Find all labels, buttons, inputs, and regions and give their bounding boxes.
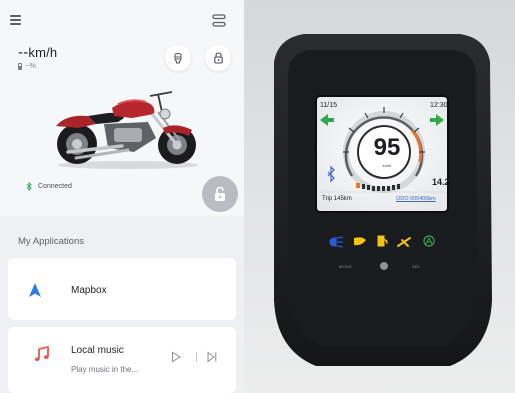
controls-divider: [196, 352, 197, 362]
current-speed: --km/h: [18, 44, 57, 61]
helmet-button[interactable]: [165, 45, 191, 71]
app-card-music-label: Local music: [71, 345, 124, 356]
mode-button-label: MODE: [339, 264, 353, 269]
battery-percent: --%: [25, 63, 36, 70]
dashboard-device: [274, 34, 492, 366]
app-card-mapbox-label: Mapbox: [71, 285, 107, 296]
connection-status-text: Connected: [38, 183, 72, 190]
dashboard-temperature: 14.2: [432, 177, 450, 187]
skip-next-icon[interactable]: [206, 351, 218, 363]
bluetooth-icon: [26, 182, 32, 191]
unlock-icon: [215, 186, 225, 201]
center-select-button: [380, 262, 388, 270]
dashboard-date: 11/15: [320, 102, 337, 109]
phone-app-screen: --km/h --% Connected My Applications Map…: [0, 0, 244, 393]
app-card-music-subtitle: Play music in the...: [71, 365, 139, 374]
app-card-mapbox[interactable]: [8, 258, 236, 320]
speed-value: --: [18, 44, 29, 61]
navigation-arrow-icon: [29, 283, 41, 297]
switch-view-icon[interactable]: [208, 12, 230, 28]
dashboard-speed: 95: [373, 134, 401, 161]
motorcycle-image: [56, 91, 198, 169]
hamburger-menu-icon[interactable]: [8, 12, 26, 28]
connection-status: Connected: [26, 182, 72, 191]
sel-button-label: SEL: [412, 264, 421, 269]
my-applications-heading: My Applications: [18, 236, 85, 247]
helmet-icon: [174, 53, 182, 64]
dashboard-odometer: ODO 000400km: [396, 196, 436, 202]
dashboard-speed-unit: km/h: [382, 163, 392, 168]
lock-icon: [213, 52, 223, 64]
battery-icon: [18, 63, 22, 70]
dashboard-trip: Trip 145km: [322, 196, 352, 202]
music-note-icon: [34, 346, 49, 362]
dashboard-time: 12:30: [430, 102, 448, 109]
unlock-button[interactable]: [202, 176, 238, 212]
speed-unit: km/h: [28, 45, 58, 60]
play-icon[interactable]: [170, 351, 182, 363]
battery-status: --%: [18, 63, 36, 70]
lock-button[interactable]: [205, 45, 231, 71]
